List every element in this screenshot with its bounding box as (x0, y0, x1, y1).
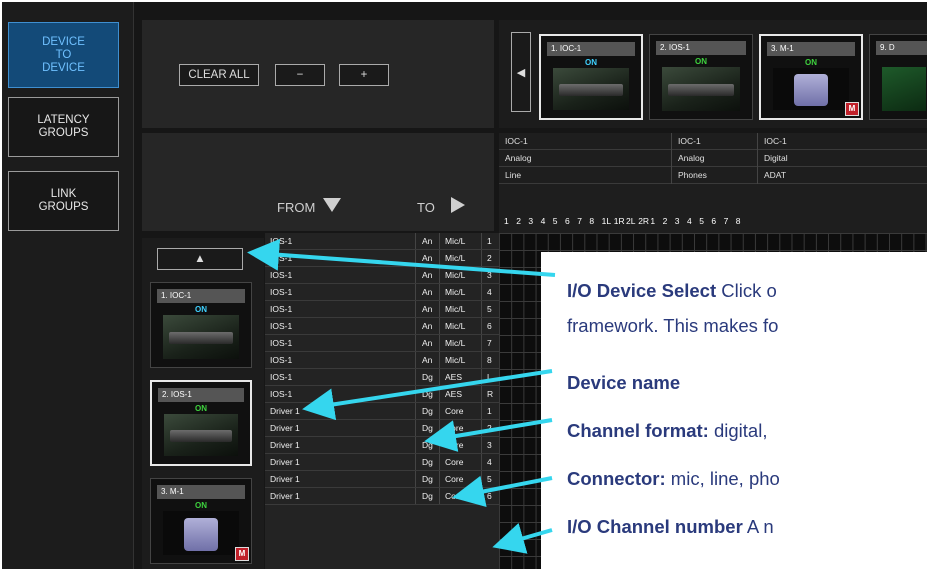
arrow-channel-number (492, 522, 553, 554)
arrow-connector (452, 475, 553, 508)
arrow-channel-format (424, 418, 553, 452)
arrow-device-select (247, 238, 556, 277)
callout-arrows (247, 238, 556, 554)
arrow-device-name (302, 369, 553, 421)
